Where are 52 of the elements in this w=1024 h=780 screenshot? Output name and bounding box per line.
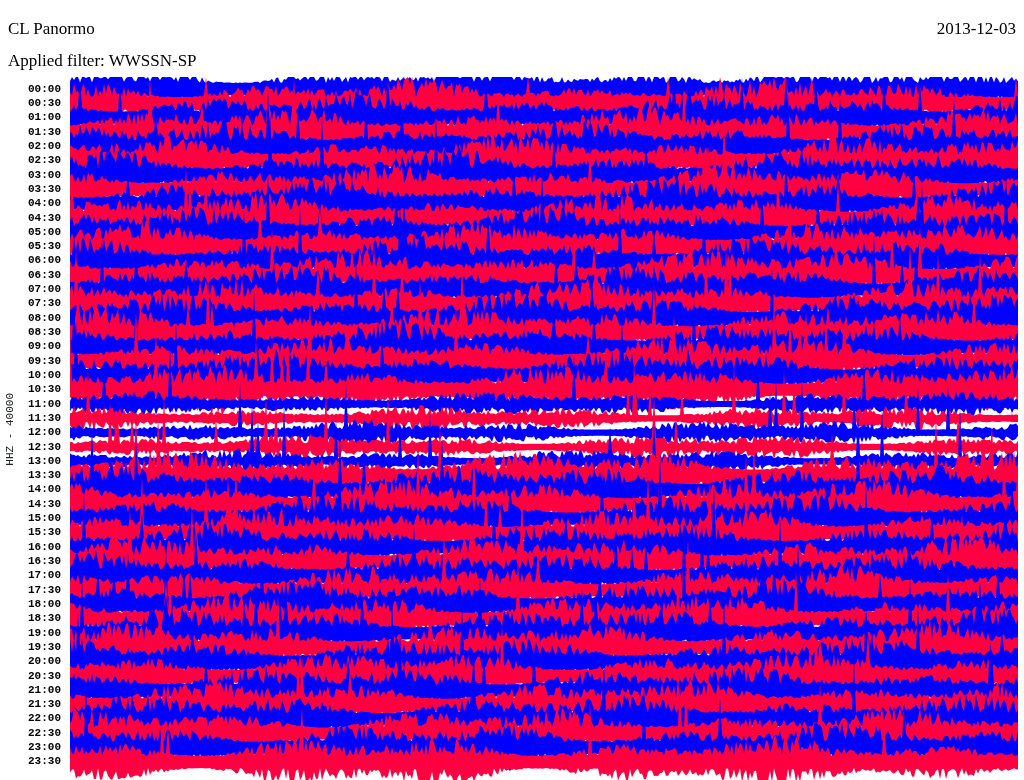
time-label: 07:30 <box>28 296 62 311</box>
time-label: 21:00 <box>28 682 62 698</box>
time-label: 06:00 <box>28 253 62 268</box>
time-label: 14:30 <box>28 496 62 512</box>
station-title: CL Panormo <box>8 20 95 39</box>
time-label: 18:00 <box>28 596 62 612</box>
time-label: 11:00 <box>28 396 62 411</box>
time-label: 02:00 <box>28 138 62 154</box>
time-label: 22:30 <box>28 725 62 741</box>
time-label: 23:00 <box>28 740 62 755</box>
time-label: 23:30 <box>28 754 62 769</box>
time-label: 10:00 <box>28 367 62 383</box>
time-label: 22:00 <box>28 711 62 726</box>
time-label: 01:00 <box>28 110 62 125</box>
time-label: 20:30 <box>28 668 62 683</box>
time-label: 21:30 <box>28 697 62 712</box>
time-label: 03:00 <box>28 167 62 182</box>
time-label: 07:00 <box>28 282 62 297</box>
time-label: 03:30 <box>28 181 62 197</box>
time-label: 13:30 <box>28 468 62 483</box>
time-label: 05:00 <box>28 224 62 240</box>
time-label: 01:30 <box>28 124 62 139</box>
time-label: 20:00 <box>28 654 62 669</box>
date-label: 2013-12-03 <box>936 20 1016 39</box>
time-label: 06:30 <box>28 267 62 283</box>
time-label: 08:30 <box>28 325 62 340</box>
time-label: 10:30 <box>28 382 62 397</box>
time-label: 17:00 <box>28 568 62 583</box>
time-label: 18:30 <box>28 611 62 626</box>
time-label: 04:00 <box>28 196 62 211</box>
time-label: 11:30 <box>28 410 62 426</box>
time-label: 00:00 <box>28 81 62 96</box>
time-label: 17:30 <box>28 582 62 597</box>
time-label: 16:00 <box>28 539 62 554</box>
time-label: 14:00 <box>28 482 62 497</box>
channel-label: HHZ - 40000 <box>3 392 17 466</box>
time-label: 12:00 <box>28 425 62 440</box>
filter-label: Applied filter: WWSSN-SP <box>8 50 197 70</box>
time-label: 15:30 <box>28 525 62 540</box>
time-label: 00:30 <box>28 96 62 111</box>
time-label: 09:00 <box>28 339 62 354</box>
time-label: 15:00 <box>28 511 62 526</box>
time-label: 16:30 <box>28 554 62 569</box>
time-label: 02:30 <box>28 153 62 168</box>
time-label: 19:00 <box>28 625 62 640</box>
time-label: 09:30 <box>28 353 62 368</box>
time-label: 13:00 <box>28 453 62 469</box>
time-label: 12:30 <box>28 439 62 454</box>
time-label: 19:30 <box>28 639 62 655</box>
time-label: 08:00 <box>28 310 62 325</box>
time-label: 05:30 <box>28 239 62 254</box>
time-label: 04:30 <box>28 210 62 225</box>
